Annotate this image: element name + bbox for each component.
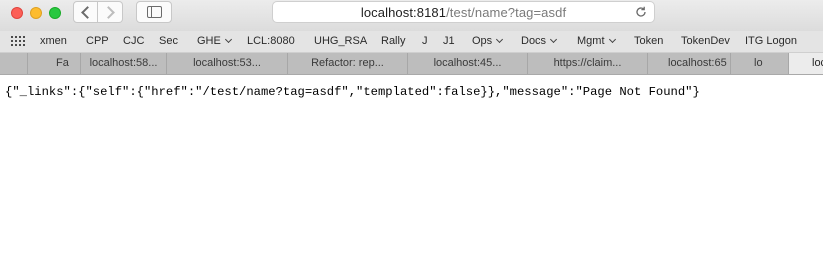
reload-icon — [636, 6, 646, 17]
forward-button[interactable] — [98, 1, 123, 23]
bookmark-label: Ops — [472, 35, 493, 47]
json-response-body: {"_links":{"self":{"href":"/test/name?ta… — [5, 85, 700, 99]
back-button[interactable] — [73, 1, 98, 23]
chevron-down-icon — [224, 35, 232, 44]
tab[interactable]: localhost:53... — [166, 53, 287, 74]
tab[interactable]: localhost:65 — [647, 53, 730, 74]
chevron-down-icon — [550, 35, 558, 44]
bookmark-menu-mgmt[interactable]: Mgmt — [577, 31, 616, 52]
bookmark-tokendev[interactable]: TokenDev — [681, 31, 730, 52]
tab[interactable]: https://claim... — [527, 53, 647, 74]
minimize-window-button[interactable] — [30, 7, 42, 19]
chevron-right-icon — [102, 5, 115, 19]
tab-bar: Fa localhost:58... localhost:53... Refac… — [0, 53, 823, 75]
bookmark-cjc[interactable]: CJC — [123, 31, 144, 52]
url-path: /test/name?tag=asdf — [446, 4, 567, 20]
bookmark-sec[interactable]: Sec — [159, 31, 178, 52]
bookmark-token[interactable]: Token — [634, 31, 663, 52]
bookmark-lcl-8080[interactable]: LCL:8080 — [247, 31, 295, 52]
bookmarks-grid-icon[interactable] — [11, 36, 25, 47]
bookmark-label: Mgmt — [577, 35, 605, 47]
chevron-down-icon — [608, 35, 616, 44]
bookmarks-bar: xmen CPP CJC Sec GHE LCL:8080 UHG_RSA Ra… — [0, 31, 823, 53]
bookmark-j[interactable]: J — [422, 31, 428, 52]
sidebar-icon — [146, 6, 162, 18]
bookmark-label: Docs — [521, 35, 547, 47]
tab[interactable]: lo — [730, 53, 766, 74]
bookmark-menu-ghe[interactable]: GHE — [197, 31, 232, 52]
bookmark-j1[interactable]: J1 — [443, 31, 455, 52]
bookmark-xmen[interactable]: xmen — [40, 31, 67, 52]
tab[interactable]: localhost:58... — [80, 53, 166, 74]
tab[interactable]: Refactor: rep... — [287, 53, 407, 74]
bookmark-itg-logon[interactable]: ITG Logon — [745, 31, 797, 52]
tab[interactable]: localhost:45... — [407, 53, 527, 74]
url-host: localhost:8181 — [360, 4, 447, 20]
tab-active[interactable]: loc — [788, 53, 823, 74]
address-bar[interactable]: localhost:8181/test/name?tag=asdf — [272, 1, 655, 23]
browser-toolbar: localhost:8181/test/name?tag=asdf — [0, 0, 823, 31]
bookmark-label: GHE — [197, 35, 221, 47]
close-window-button[interactable] — [11, 7, 23, 19]
chevron-left-icon — [80, 5, 94, 19]
reload-button[interactable] — [634, 5, 648, 19]
bookmark-menu-ops[interactable]: Ops — [472, 31, 504, 52]
zoom-window-button[interactable] — [49, 7, 61, 19]
chevron-down-icon — [496, 35, 504, 44]
bookmark-uhg-rsa[interactable]: UHG_RSA — [314, 31, 367, 52]
bookmark-rally[interactable]: Rally — [381, 31, 405, 52]
tab[interactable]: Fa — [27, 53, 80, 74]
bookmark-cpp[interactable]: CPP — [86, 31, 109, 52]
bookmark-menu-docs[interactable]: Docs — [521, 31, 558, 52]
sidebar-toggle-button[interactable] — [136, 1, 172, 23]
